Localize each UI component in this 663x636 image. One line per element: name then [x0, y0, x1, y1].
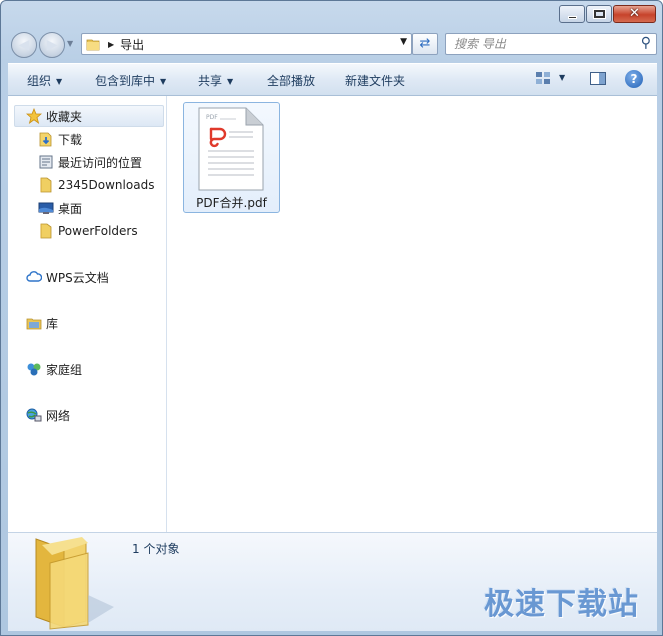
nav-item-label: PowerFolders [58, 224, 138, 238]
recent-places-icon [39, 155, 53, 169]
forward-button[interactable]: ▶ [39, 32, 65, 58]
file-name: PDF合并.pdf [196, 196, 267, 210]
nav-network[interactable]: 网络 [26, 405, 70, 425]
back-button[interactable]: ◀ [11, 32, 37, 58]
item-count: 1 个对象 [132, 542, 180, 556]
view-options-icon[interactable] [535, 70, 553, 88]
organize-menu[interactable]: 组织 ▼ [27, 72, 62, 89]
address-dropdown-icon[interactable]: ▼ [400, 37, 407, 47]
address-bar[interactable]: ▶ 导出 ▼ [81, 33, 412, 55]
caption-buttons: ✕ [559, 5, 656, 23]
desktop-icon [38, 202, 54, 214]
nav-item-label: 桌面 [58, 201, 83, 216]
nav-favorites[interactable]: 收藏夹 [26, 106, 82, 126]
close-icon: ✕ [629, 6, 640, 21]
file-item[interactable]: PDF PDF合并.pdf [183, 102, 280, 213]
chevron-down-icon: ▼ [56, 77, 63, 86]
cloud-icon [26, 271, 42, 282]
pdf-badge: PDF [206, 114, 218, 121]
minimize-button[interactable] [559, 5, 585, 23]
pdf-file-icon: PDF [198, 107, 264, 191]
homegroup-icon [27, 363, 41, 376]
share-menu[interactable]: 共享 ▼ [198, 72, 233, 89]
explorer-window: ✕ ◀ ▶ ▼ ▶ 导出 ▼ ⇄ ⚲ 组织 ▼ 包含到库中 ▼ 共享 ▼ 全部播放 新… [0, 0, 663, 636]
star-icon [26, 108, 42, 124]
nav-libraries[interactable]: 库 [26, 313, 58, 333]
content-area: 收藏夹 下载 最近访问的位置 2345Downloads 桌面 PowerFol… [8, 96, 657, 532]
nav-item-desktop[interactable]: 桌面 [38, 198, 82, 218]
nav-homegroup-label: 家庭组 [46, 362, 83, 377]
search-input[interactable] [454, 34, 634, 54]
command-toolbar: 组织 ▼ 包含到库中 ▼ 共享 ▼ 全部播放 新建文件夹 ▼ ? [8, 63, 657, 96]
breadcrumb-current[interactable]: 导出 [120, 36, 144, 53]
nav-network-label: 网络 [46, 408, 71, 423]
nav-libraries-label: 库 [46, 316, 59, 331]
chevron-down-icon: ▼ [227, 77, 234, 86]
view-dropdown-icon[interactable]: ▼ [559, 73, 565, 82]
nav-homegroup[interactable]: 家庭组 [26, 359, 82, 379]
nav-wps-cloud-label: WPS云文档 [46, 270, 109, 285]
nav-item-label: 2345Downloads [58, 178, 155, 192]
new-folder-button[interactable]: 新建文件夹 [345, 72, 405, 89]
breadcrumb-separator-icon[interactable]: ▶ [108, 40, 114, 49]
play-all-button[interactable]: 全部播放 [267, 72, 315, 89]
folder-icon [40, 177, 52, 193]
preview-pane-icon[interactable] [589, 70, 607, 88]
network-icon [26, 408, 42, 422]
share-label: 共享 [198, 74, 223, 88]
nav-wps-cloud[interactable]: WPS云文档 [26, 267, 109, 287]
maximize-icon [593, 9, 606, 19]
chevron-down-icon: ▼ [160, 77, 167, 86]
close-button[interactable]: ✕ [613, 5, 656, 23]
refresh-icon: ⇄ [419, 36, 431, 51]
details-pane: 1 个对象 极速下载站 [8, 532, 657, 631]
minimize-icon [568, 16, 577, 19]
navigation-pane: 收藏夹 下载 最近访问的位置 2345Downloads 桌面 PowerFol… [8, 96, 167, 532]
organize-label: 组织 [27, 74, 52, 88]
include-in-library-label: 包含到库中 [95, 74, 156, 88]
nav-item-downloads[interactable]: 下载 [38, 129, 82, 149]
folder-large-icon [35, 537, 114, 630]
nav-item-label: 下载 [58, 132, 83, 147]
library-icon [26, 318, 42, 330]
maximize-button[interactable] [586, 5, 612, 23]
refresh-button[interactable]: ⇄ [412, 33, 438, 55]
nav-item-powerfolders[interactable]: PowerFolders [38, 221, 138, 241]
nav-item-recent-places[interactable]: 最近访问的位置 [38, 152, 142, 172]
help-icon[interactable]: ? [625, 70, 643, 88]
folder-icon [86, 39, 100, 51]
recent-pages-dropdown[interactable]: ▼ [67, 39, 73, 48]
search-box[interactable]: ⚲ [445, 33, 657, 55]
nav-item-label: 最近访问的位置 [58, 155, 143, 170]
nav-item-2345downloads[interactable]: 2345Downloads [38, 175, 154, 195]
download-folder-icon [39, 132, 52, 147]
navigation-row: ◀ ▶ ▼ ▶ 导出 ▼ ⇄ ⚲ [9, 31, 659, 58]
watermark-text: 极速下载站 [484, 587, 639, 622]
include-in-library-menu[interactable]: 包含到库中 ▼ [95, 72, 166, 89]
nav-favorites-label: 收藏夹 [46, 109, 83, 124]
back-arrow-icon: ◀ [18, 37, 30, 53]
folder-icon [40, 223, 52, 239]
forward-arrow-icon: ▶ [46, 37, 58, 53]
search-icon[interactable]: ⚲ [641, 35, 651, 51]
